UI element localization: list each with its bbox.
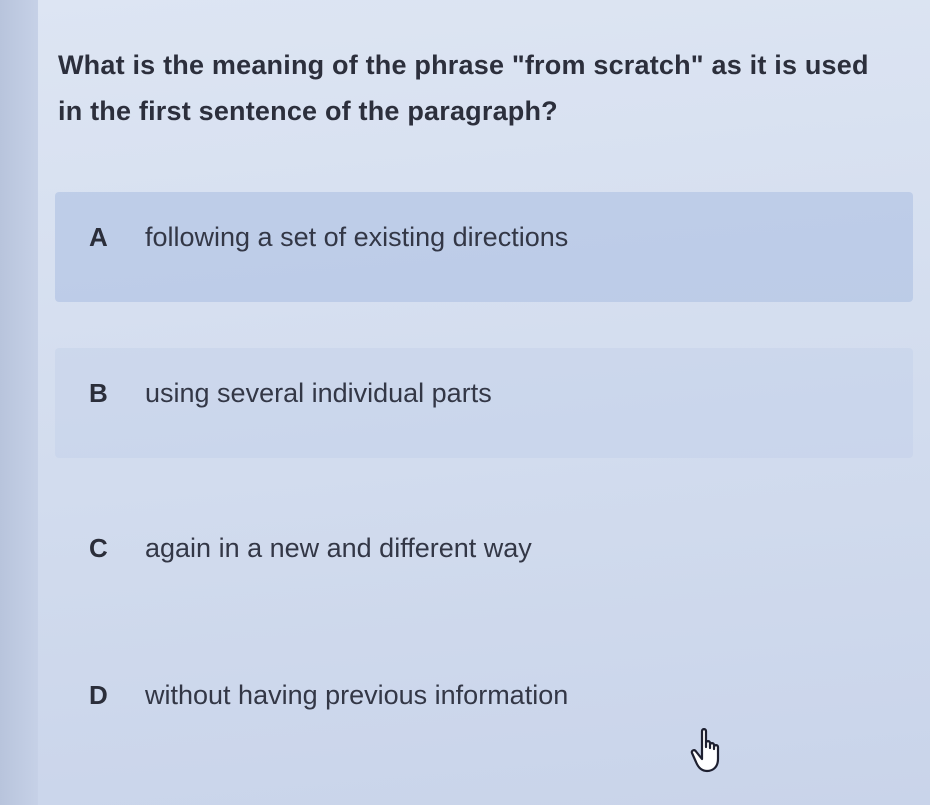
option-a[interactable]: A following a set of existing directions <box>55 192 913 302</box>
option-d[interactable]: D without having previous information <box>55 650 913 760</box>
option-text: using several individual parts <box>145 378 492 408</box>
option-letter: D <box>89 680 108 710</box>
option-letter: C <box>89 533 108 563</box>
option-text: following a set of existing directions <box>145 222 569 252</box>
option-text: without having previous information <box>145 680 569 710</box>
hand-pointer-icon <box>690 728 720 773</box>
option-letter: A <box>89 222 108 252</box>
question-text: What is the meaning of the phrase "from … <box>58 50 869 126</box>
option-text: again in a new and different way <box>145 533 532 563</box>
option-b[interactable]: B using several individual parts <box>55 348 913 458</box>
option-c[interactable]: C again in a new and different way <box>55 503 913 613</box>
left-edge-strip <box>0 0 38 805</box>
option-letter: B <box>89 378 108 408</box>
